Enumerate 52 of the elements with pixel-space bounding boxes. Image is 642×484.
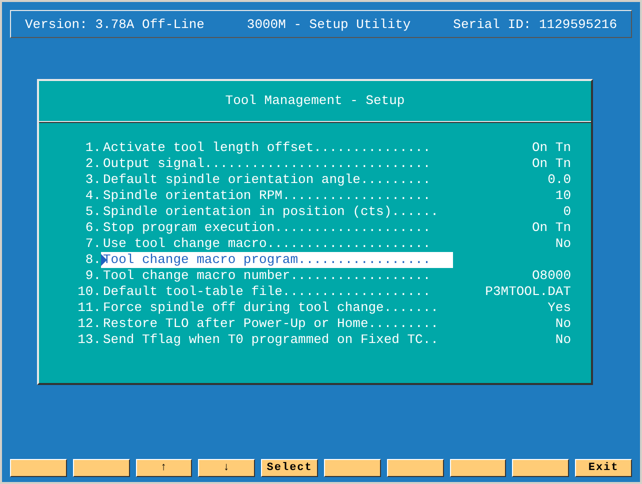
item-number: 10. xyxy=(76,284,101,299)
setting-value: No xyxy=(554,236,571,251)
function-key[interactable]: Select xyxy=(261,459,318,477)
setting-value: 0 xyxy=(562,204,571,219)
setting-item[interactable]: Force spindle off during tool change....... xyxy=(101,300,453,316)
setting-value: On Tn xyxy=(530,220,571,235)
setting-item[interactable]: Spindle orientation RPM................... xyxy=(101,188,453,204)
setting-item[interactable]: Default tool-table file................... xyxy=(101,284,453,300)
setting-item[interactable]: Spindle orientation in position (cts)...... xyxy=(101,204,453,220)
setting-value: No xyxy=(554,316,571,331)
window-title: 3000M - Setup Utility xyxy=(246,16,411,32)
blank-function-key[interactable] xyxy=(386,459,444,477)
item-number: 3. xyxy=(84,172,101,187)
setting-value: P3MTOOL.DAT xyxy=(484,284,571,299)
item-number: 7. xyxy=(84,236,101,251)
item-number: 11. xyxy=(76,300,101,315)
setting-item[interactable]: Send Tflag when T0 programmed on Fixed TC.. xyxy=(101,332,453,348)
item-number: 5. xyxy=(84,204,101,219)
setting-item[interactable]: Restore TLO after Power-Up or Home......... xyxy=(101,316,453,332)
setting-value: O8000 xyxy=(530,268,571,283)
blank-function-key[interactable] xyxy=(10,459,67,477)
item-number: 13. xyxy=(76,332,101,347)
item-number: 1. xyxy=(84,140,101,155)
item-number: 2. xyxy=(84,156,101,171)
item-number: 4. xyxy=(84,188,101,203)
setting-value: 0.0 xyxy=(546,172,571,187)
item-number: 8. xyxy=(84,252,101,267)
function-key[interactable]: ↑ xyxy=(136,459,192,477)
blank-function-key[interactable] xyxy=(512,459,570,477)
setting-value: No xyxy=(554,332,571,347)
setting-item[interactable]: Use tool change macro..................... xyxy=(101,236,453,252)
item-number: 6. xyxy=(84,220,101,235)
setting-item[interactable]: Default spindle orientation angle......... xyxy=(101,172,453,188)
blank-function-key[interactable] xyxy=(324,459,381,477)
serial-text: Serial ID: 1129595216 xyxy=(453,16,617,32)
setting-item[interactable]: Tool change macro program................. xyxy=(101,252,453,268)
function-key[interactable]: Exit xyxy=(575,459,632,477)
setting-value: Yes xyxy=(546,300,571,315)
setting-item[interactable]: Stop program execution.................... xyxy=(101,220,453,236)
setting-item[interactable]: Tool change macro number.................. xyxy=(101,268,453,284)
setting-value: 10 xyxy=(554,188,571,203)
setting-item[interactable]: Activate tool length offset............... xyxy=(101,140,453,156)
dialog-title: Tool Management - Setup xyxy=(225,93,405,108)
blank-function-key[interactable] xyxy=(72,459,130,477)
item-number: 9. xyxy=(84,268,101,283)
item-number: 12. xyxy=(76,316,101,331)
version-text: Version: 3.78A Off-Line xyxy=(25,16,204,32)
blank-function-key[interactable] xyxy=(450,459,506,477)
setting-item[interactable]: Output signal............................. xyxy=(101,156,453,172)
setting-value: On Tn xyxy=(530,156,571,171)
function-key[interactable]: ↓ xyxy=(198,459,256,477)
setting-value: On Tn xyxy=(530,140,571,155)
